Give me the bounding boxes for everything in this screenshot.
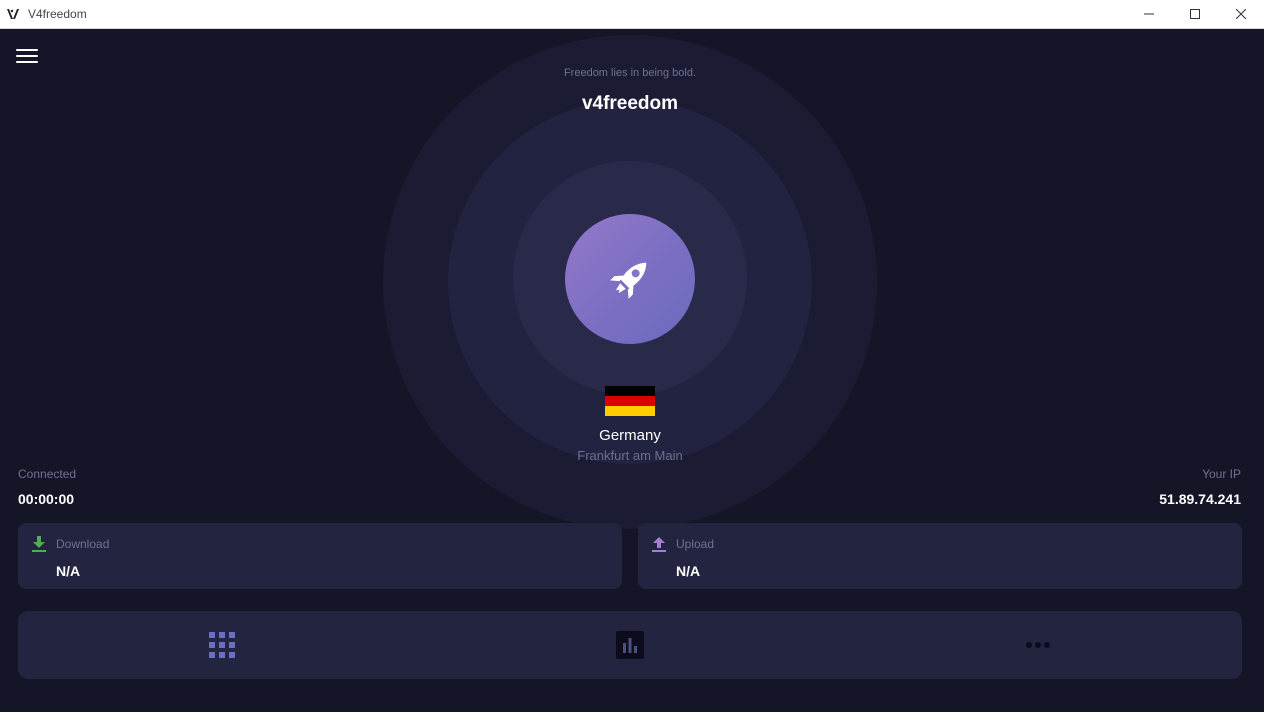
rocket-icon [610,262,647,299]
menu-line [16,55,38,57]
download-icon [32,536,46,552]
tagline: Freedom lies in being bold. [563,67,697,79]
maximize-icon [1190,9,1200,19]
main-panel: Freedom lies in being bold. v4freedom Ge… [0,29,1262,712]
upload-card: Upload N/A [638,523,1242,589]
window-title: V4freedom [28,7,87,21]
brand-title: v4freedom [581,93,679,114]
server-country[interactable]: Germany [0,427,1260,444]
title-bar: V4freedom [0,0,1264,29]
menu-line [16,61,38,63]
app-logo-icon [7,9,19,19]
bottom-nav [18,611,1242,679]
upload-label: Upload [676,537,715,551]
window-controls [1126,0,1264,28]
germany-flag-icon [605,386,655,416]
server-city: Frankfurt am Main [577,448,683,463]
upload-value: N/A [676,563,701,579]
connect-button[interactable] [565,214,695,344]
hamburger-menu-button[interactable] [16,49,38,65]
download-value: N/A [56,563,81,579]
close-button[interactable] [1218,0,1264,28]
ip-value: 51.89.74.241 [1159,491,1241,507]
grid-icon [209,632,235,658]
nav-servers-button[interactable] [208,631,236,659]
more-icon [1026,642,1050,648]
connected-label: Connected [18,467,77,481]
download-label: Download [56,537,110,551]
nav-stats-button[interactable] [616,631,644,659]
upload-icon [652,537,666,552]
connected-time: 00:00:00 [18,491,75,507]
close-icon [1236,9,1246,19]
download-card: Download N/A [18,523,622,589]
minimize-icon [1144,13,1154,15]
ip-label: Your IP [1202,467,1241,481]
bar-chart-icon [616,631,644,659]
menu-line [16,49,38,51]
maximize-button[interactable] [1172,0,1218,28]
nav-more-button[interactable] [1024,631,1052,659]
minimize-button[interactable] [1126,0,1172,28]
